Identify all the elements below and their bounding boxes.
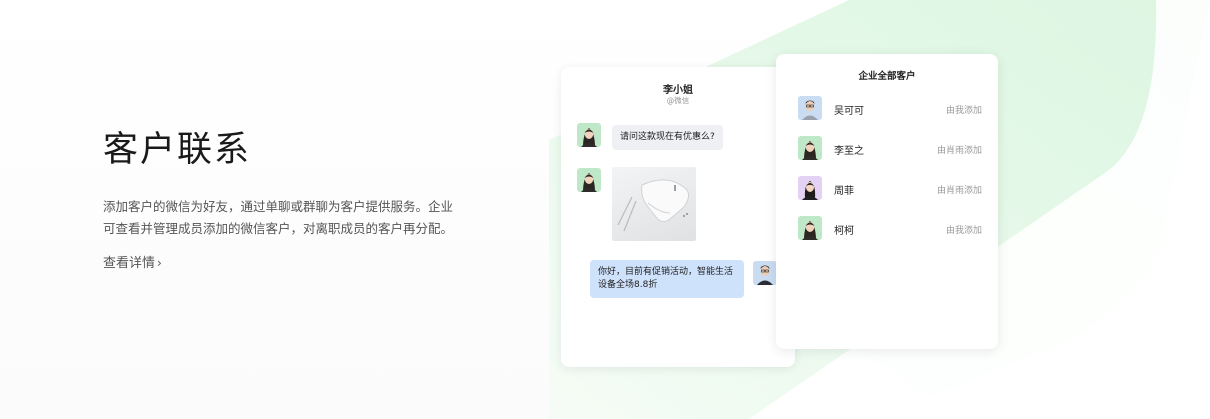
intro-section: 客户联系 添加客户的微信为好友，通过单聊或群聊为客户提供服务。企业可查看并管理成…: [103, 126, 453, 271]
customers-card-title: 企业全部客户: [858, 71, 916, 82]
view-details-label: 查看详情: [103, 256, 156, 271]
intro-description: 添加客户的微信为好友，通过单聊或群聊为客户提供服务。企业可查看并管理成员添加的微…: [103, 199, 454, 236]
chevron-right-icon: ›: [157, 256, 162, 270]
chat-contact-source: @微信: [666, 96, 690, 105]
customer-source: 由我添加: [945, 226, 982, 236]
customer-avatar: [798, 176, 822, 200]
customer-row[interactable]: 周菲 由肖雨添加: [798, 176, 982, 202]
outgoing-message-bubble: 你好，目前有促销活动，智能生活设备全场8.8折: [590, 260, 744, 298]
customer-name: 吴可可: [834, 106, 864, 117]
customer-row[interactable]: 柯柯 由我添加: [798, 216, 982, 242]
customer-avatar: [798, 216, 822, 240]
customer-row[interactable]: 吴可可 由我添加: [798, 96, 982, 122]
chat-contact-name: 李小姐: [663, 85, 693, 96]
view-details-link[interactable]: 查看详情 ›: [103, 252, 162, 271]
customers-card: 企业全部客户 吴可可 由我添加 李至之 由肖雨添加 周菲 由肖雨添加 柯柯 由我…: [776, 54, 998, 349]
customer-avatar: [577, 123, 601, 147]
customer-name: 周菲: [834, 186, 854, 197]
customer-avatar: [798, 136, 822, 160]
chat-card: 李小姐 @微信 请问这款现在有优惠么? 你好，目前有促销活动，智能生活设备全场8…: [561, 67, 795, 367]
page-title: 客户联系: [103, 130, 252, 170]
staff-avatar: [753, 261, 777, 285]
customer-source: 由我添加: [945, 106, 982, 116]
customer-source: 由肖雨添加: [936, 186, 982, 196]
product-image: [612, 167, 696, 241]
customer-row[interactable]: 李至之 由肖雨添加: [798, 136, 982, 162]
customer-avatar: [798, 96, 822, 120]
customer-name: 柯柯: [834, 226, 854, 237]
customer-avatar: [577, 168, 601, 192]
incoming-message-bubble: 请问这款现在有优惠么?: [612, 125, 723, 150]
customer-source: 由肖雨添加: [936, 146, 982, 156]
customer-name: 李至之: [834, 146, 864, 157]
